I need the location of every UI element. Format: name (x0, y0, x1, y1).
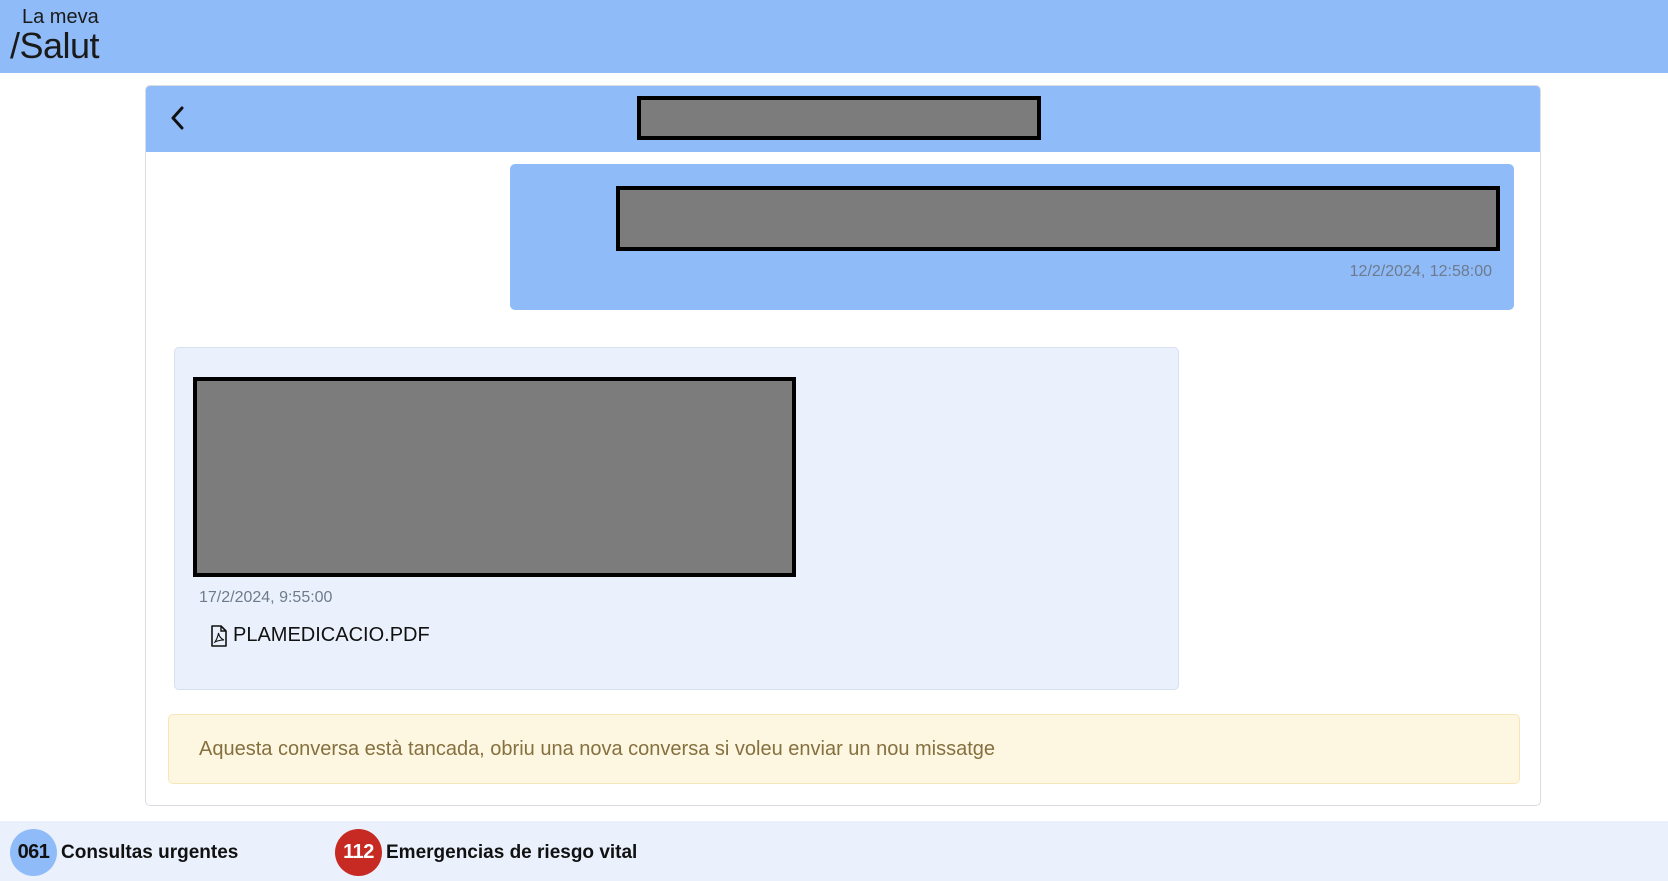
footer: 061 Consultas urgentes 112 Emergencias d… (0, 821, 1668, 881)
message-text-redacted (193, 377, 796, 577)
conversation-header (146, 86, 1540, 152)
message-incoming: 17/2/2024, 9:55:00 PLAMEDICACIO.PDF (174, 347, 1179, 690)
emergency-label: Emergencias de riesgo vital (386, 841, 638, 863)
attachment-link[interactable]: PLAMEDICACIO.PDF (209, 624, 430, 647)
top-bar: La meva /Salut (0, 0, 1668, 73)
conversation-title-redacted (637, 96, 1041, 140)
closed-conversation-notice: Aquesta conversa està tancada, obriu una… (168, 714, 1520, 784)
conversation-card: 12/2/2024, 12:58:00 17/2/2024, 9:55:00 P… (145, 85, 1541, 806)
back-button[interactable] (160, 100, 196, 136)
phone-112-badge: 112 (335, 829, 382, 876)
badge-number: 112 (343, 841, 374, 863)
message-timestamp: 12/2/2024, 12:58:00 (1349, 263, 1492, 280)
closed-notice-text: Aquesta conversa està tancada, obriu una… (199, 737, 996, 760)
message-text-redacted (616, 186, 1500, 251)
message-timestamp: 17/2/2024, 9:55:00 (199, 589, 333, 606)
pdf-file-icon (211, 624, 227, 647)
urgent-consult-label: Consultas urgentes (61, 841, 239, 863)
attachment-name: PLAMEDICACIO.PDF (233, 624, 430, 646)
phone-061-badge: 061 (10, 829, 57, 876)
urgent-consult-link[interactable]: 061 Consultas urgentes (10, 829, 238, 876)
badge-number: 061 (17, 841, 50, 863)
app-logo[interactable]: La meva /Salut (10, 6, 100, 66)
message-outgoing: 12/2/2024, 12:58:00 (510, 164, 1514, 310)
chevron-left-icon (171, 106, 184, 130)
logo-line2: /Salut (10, 25, 100, 66)
emergency-link[interactable]: 112 Emergencias de riesgo vital (335, 829, 637, 876)
